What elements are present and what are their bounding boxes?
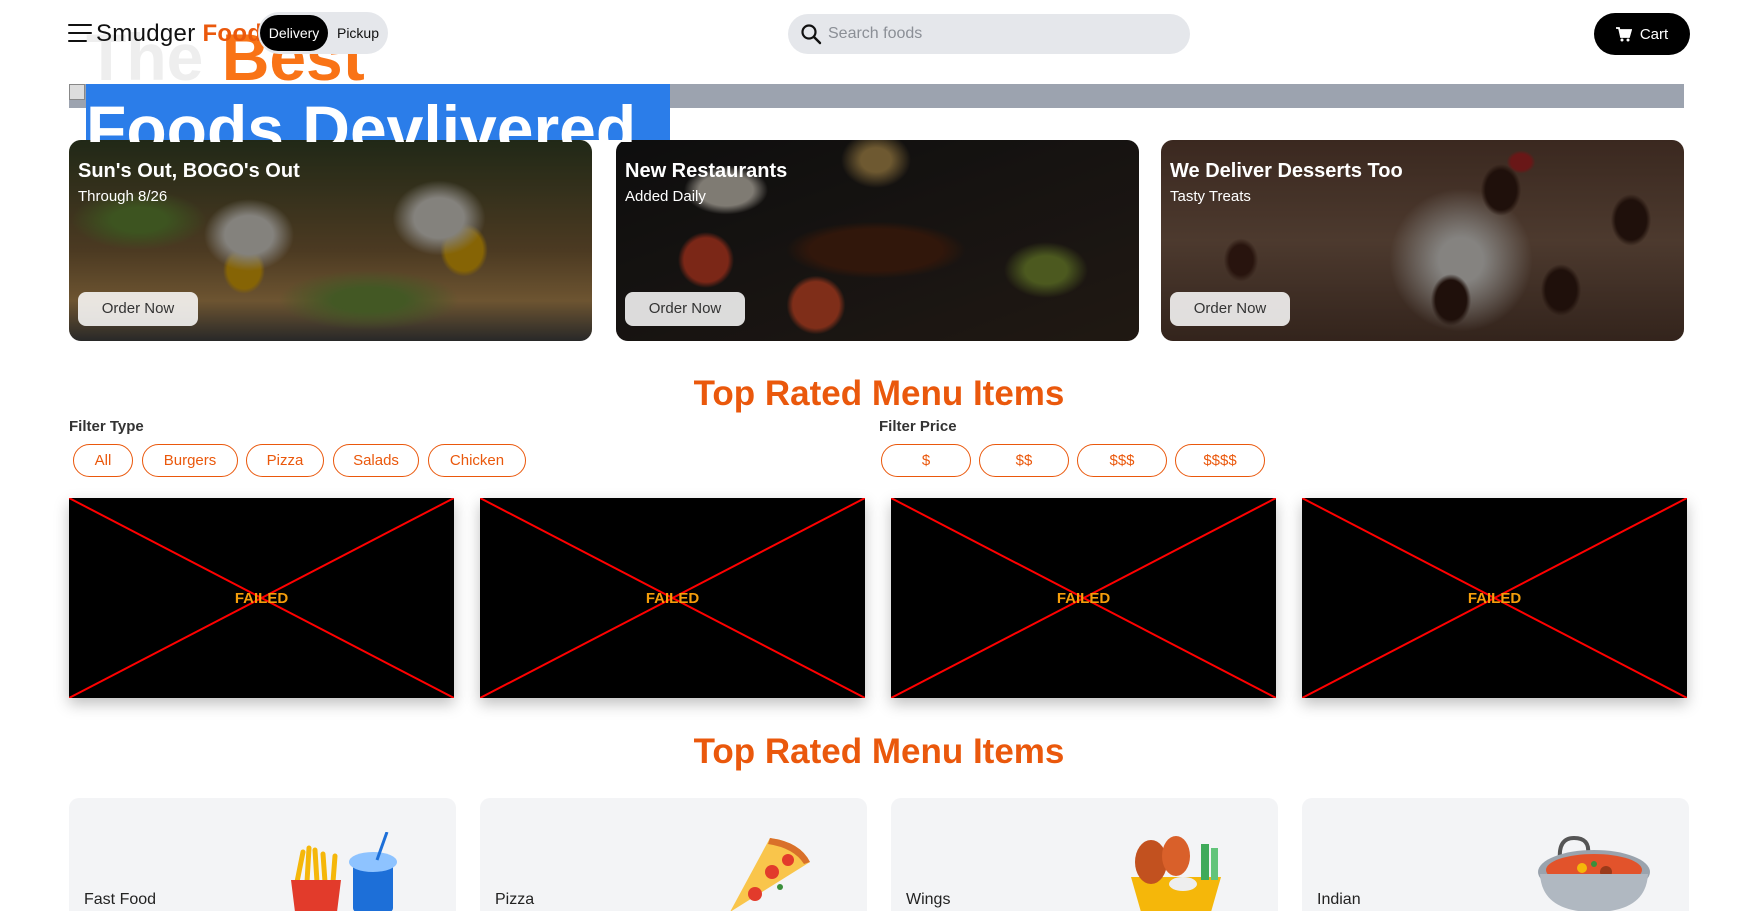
section-title-top-rated: Top Rated Menu Items — [693, 374, 1065, 413]
broken-image-icon — [69, 84, 85, 100]
pizza-icon — [730, 838, 810, 911]
promo-title: We Deliver Desserts Too — [1170, 160, 1403, 182]
brand-name-part2: Food — [202, 20, 263, 47]
promo-subtitle: Tasty Treats — [1170, 188, 1251, 205]
promo-card-new-restaurants[interactable]: New Restaurants Added Daily Order Now — [616, 140, 1139, 341]
filter-type-pizza[interactable]: Pizza — [246, 444, 324, 477]
indian-curry-icon — [1538, 835, 1650, 911]
image-failed-label: FAILED — [1056, 590, 1111, 607]
category-label: Fast Food — [84, 891, 157, 908]
filter-price-label: Filter Price — [879, 418, 957, 435]
menu-item-card[interactable]: FAILED — [480, 498, 865, 698]
filter-type-burgers[interactable]: Burgers — [142, 444, 238, 477]
filter-type-chicken[interactable]: Chicken — [428, 444, 526, 477]
search-bar — [788, 14, 1190, 54]
pickup-toggle-button[interactable]: Pickup — [330, 15, 386, 51]
hero-title-highlight — [86, 84, 670, 140]
fast-food-icon — [291, 832, 397, 911]
filter-type-all[interactable]: All — [73, 444, 133, 477]
category-label: Wings — [906, 891, 951, 908]
search-input[interactable] — [828, 14, 1178, 54]
brand-logo[interactable]: Smudger Food — [96, 20, 262, 48]
menu-item-card[interactable]: FAILED — [1302, 498, 1687, 698]
order-now-button[interactable]: Order Now — [78, 292, 198, 326]
category-card-indian[interactable]: Indian — [1302, 798, 1689, 911]
filter-type-label: Filter Type — [69, 418, 144, 435]
category-card-fast-food[interactable]: Fast Food — [69, 798, 456, 911]
category-card-pizza[interactable]: Pizza — [480, 798, 867, 911]
category-card-wings[interactable]: Wings — [891, 798, 1278, 911]
menu-item-card[interactable]: FAILED — [69, 498, 454, 698]
promo-cards: Sun's Out, BOGO's Out Through 8/26 Order… — [69, 140, 1684, 341]
search-icon — [801, 24, 822, 45]
menu-item-card[interactable]: FAILED — [891, 498, 1276, 698]
brand-name-part1: Smudger — [96, 20, 196, 47]
cart-button[interactable]: Cart — [1594, 13, 1690, 55]
delivery-toggle-button[interactable]: Delivery — [260, 15, 328, 51]
promo-title: Sun's Out, BOGO's Out — [78, 160, 300, 182]
order-now-button[interactable]: Order Now — [625, 292, 745, 326]
menu-icon[interactable] — [68, 24, 92, 44]
cart-label: Cart — [1639, 25, 1669, 43]
wings-icon — [1131, 836, 1221, 911]
image-failed-label: FAILED — [234, 590, 289, 607]
category-label: Indian — [1317, 891, 1361, 908]
cart-icon — [1615, 26, 1632, 41]
promo-title: New Restaurants — [625, 160, 788, 182]
top-nav: Smudger Food Delivery Pickup Cart — [0, 0, 1758, 70]
filter-price-4[interactable]: $$$$ — [1175, 444, 1265, 477]
section-title-categories: Top Rated Menu Items — [693, 732, 1065, 771]
filter-price-3[interactable]: $$$ — [1077, 444, 1167, 477]
category-label: Pizza — [495, 891, 535, 908]
image-failed-label: FAILED — [1467, 590, 1522, 607]
filter-price-2[interactable]: $$ — [979, 444, 1069, 477]
image-failed-label: FAILED — [645, 590, 700, 607]
promo-card-desserts[interactable]: We Deliver Desserts Too Tasty Treats Ord… — [1161, 140, 1684, 341]
promo-subtitle: Through 8/26 — [78, 188, 168, 205]
order-mode-toggle: Delivery Pickup — [258, 12, 388, 54]
filter-type-salads[interactable]: Salads — [333, 444, 419, 477]
promo-card-bogo[interactable]: Sun's Out, BOGO's Out Through 8/26 Order… — [69, 140, 592, 341]
promo-subtitle: Added Daily — [625, 188, 706, 205]
order-now-button[interactable]: Order Now — [1170, 292, 1290, 326]
filter-price-1[interactable]: $ — [881, 444, 971, 477]
